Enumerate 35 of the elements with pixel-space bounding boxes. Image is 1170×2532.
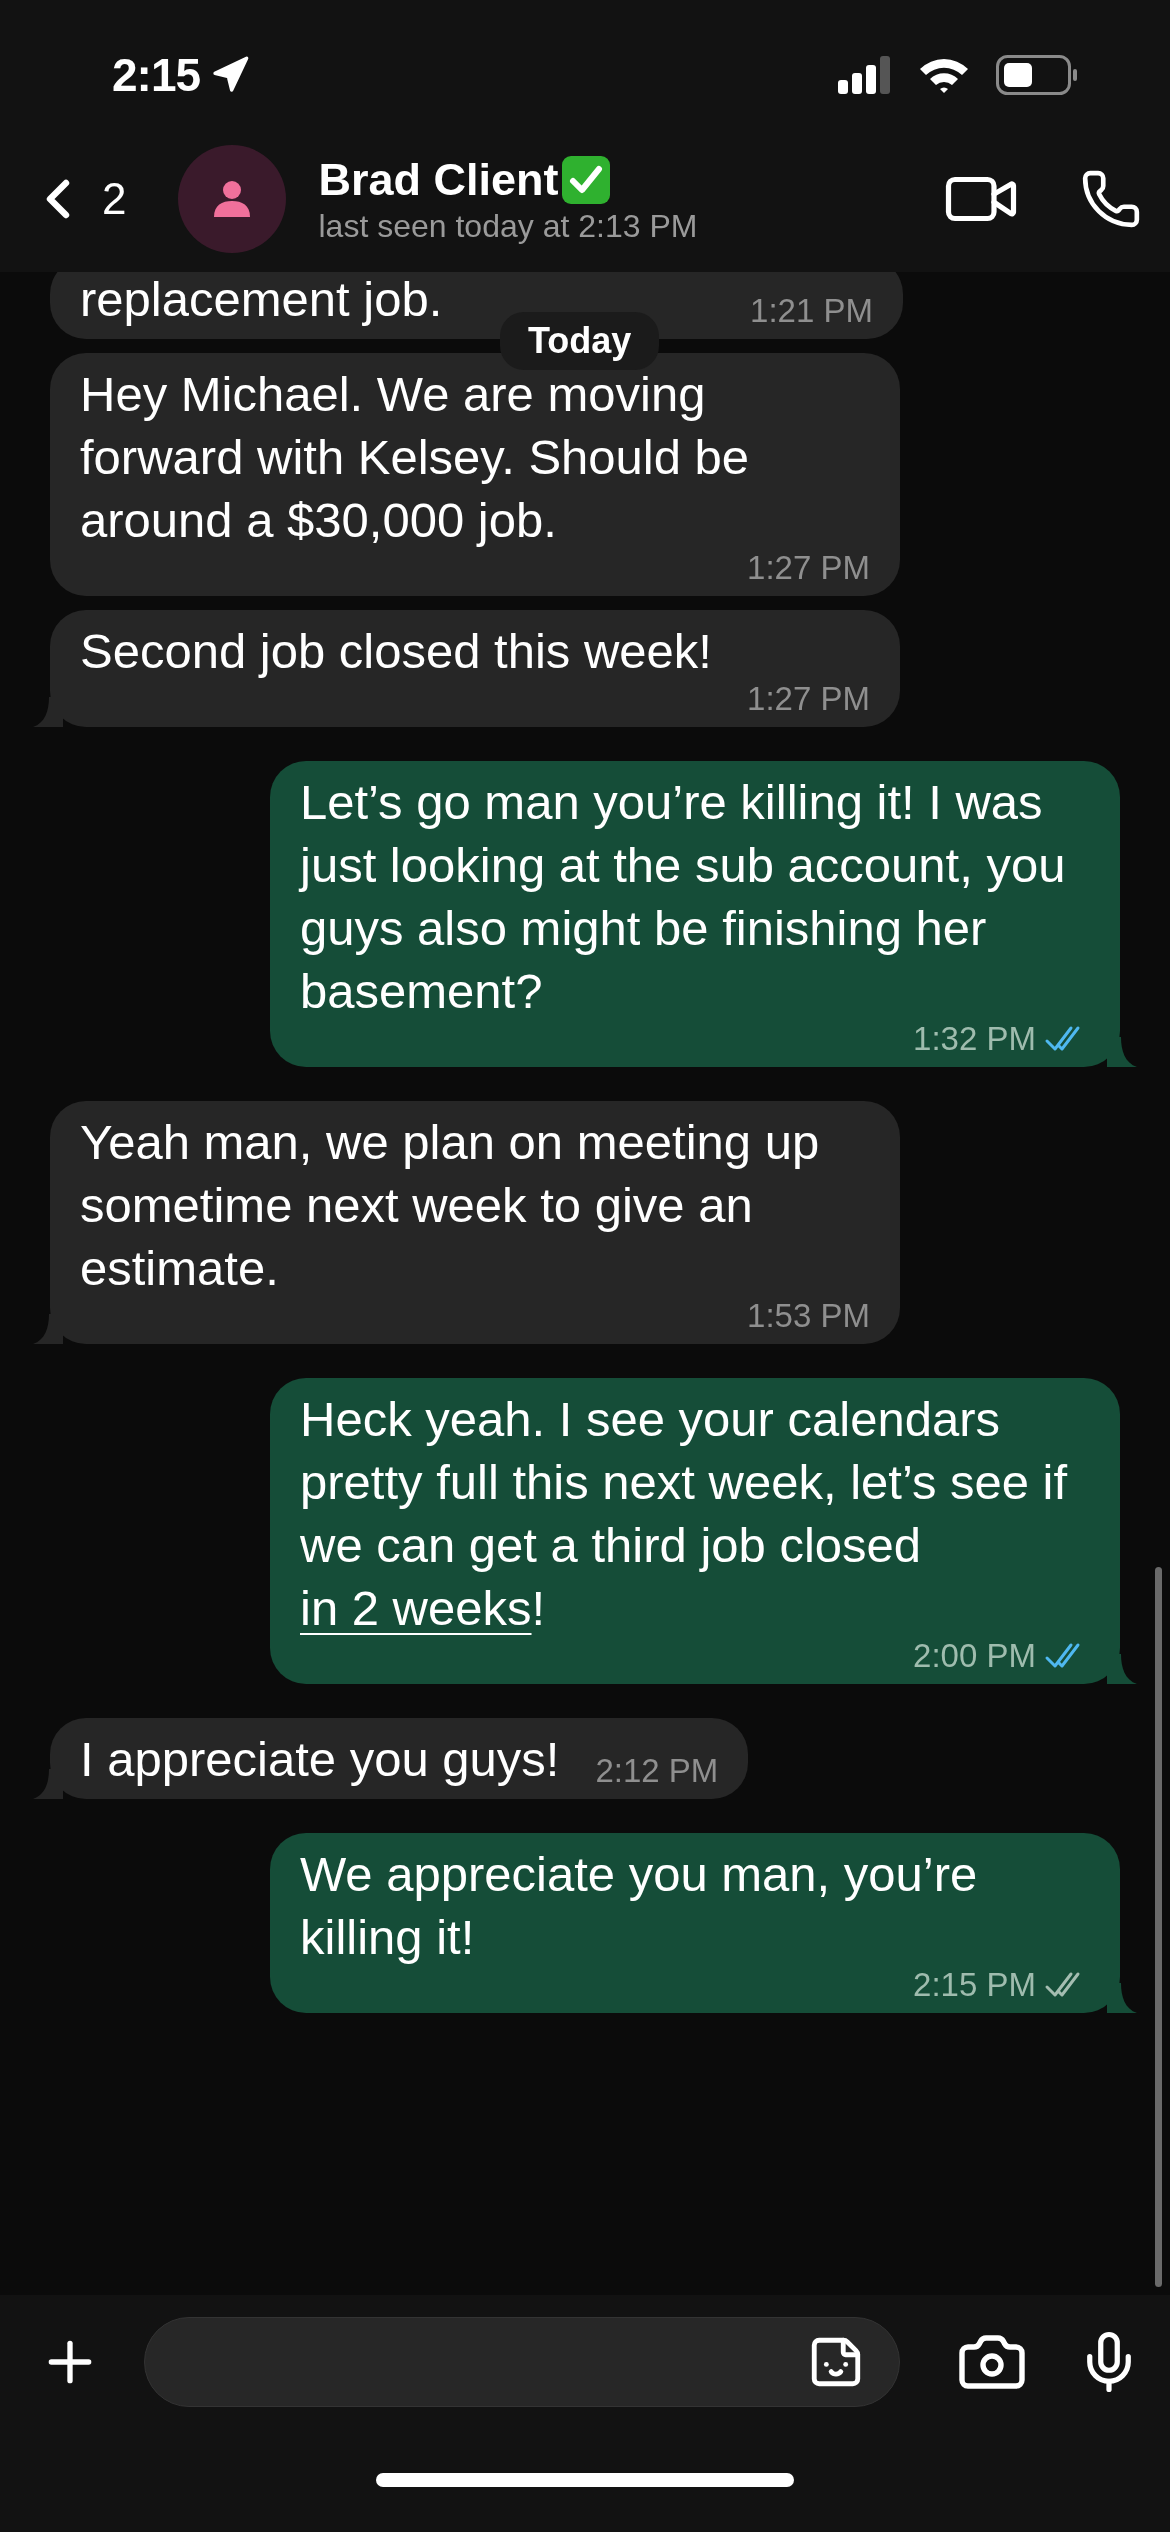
message-time: 1:53 PM (747, 1296, 870, 1336)
message-text: Heck yeah. I see your calendars pretty full this next week, let’s see if we can get a third job closed in 2 weeks! (300, 1391, 1069, 1637)
sent-message-bubble[interactable]: Heck yeah. I see your calendars pretty full this next week, let’s see if we can get a third job closed in 2 weeks! 2:00 PM (270, 1378, 1120, 1684)
message-time: 1:27 PM (747, 548, 870, 588)
message-time: 1:32 PM (913, 1019, 1036, 1059)
unread-count: 2 (102, 174, 127, 224)
received-message-bubble[interactable]: Second job closed this week! 1:27 PM (50, 610, 900, 727)
status-time: 2:15 (112, 48, 201, 102)
message-time: 2:15 PM (913, 1965, 1036, 2005)
person-icon (212, 179, 253, 219)
message-text: Second job closed this week! (80, 623, 712, 680)
message-text: Yeah man, we plan on meeting up sometime next week to give an estimate. (80, 1114, 821, 1297)
message-time: 2:00 PM (913, 1636, 1036, 1676)
message-text: Let’s go man you’re killing it! I was just looking at the sub account, you guys also might be finishing her basement? (300, 774, 1067, 1020)
received-message-bubble[interactable]: I appreciate you guys! 2:12 PM (50, 1718, 749, 1799)
contact-name[interactable]: Brad Client (318, 153, 559, 206)
message-time: 2:12 PM (595, 1751, 719, 1791)
scrollbar[interactable] (1155, 1567, 1162, 2287)
message-time: 1:21 PM (750, 291, 873, 331)
wifi-icon (918, 56, 970, 94)
date-chip: Today (500, 312, 660, 370)
message-text: I appreciate you guys! (80, 1731, 560, 1788)
location-arrow-icon (210, 55, 251, 95)
message-time: 1:27 PM (747, 679, 870, 719)
message-link[interactable]: in 2 weeks (300, 1581, 532, 1635)
message-text: replacement job. (80, 272, 443, 328)
last-seen-status: last seen today at 2:13 PM (318, 207, 699, 245)
battery-icon (996, 55, 1078, 95)
received-message-bubble[interactable]: Yeah man, we plan on meeting up sometime next week to give an estimate. 1:53 PM (50, 1101, 900, 1344)
sent-message-bubble[interactable]: Let’s go man you’re killing it! I was just looking at the sub account, you guys also might be finishing her basement? 1:32 PM (270, 761, 1120, 1067)
message-text: We appreciate you man, you’re killing it! (300, 1846, 979, 1966)
sent-message-bubble[interactable]: We appreciate you man, you’re killing it! 2:15 PM (270, 1833, 1120, 2013)
signal-icon (838, 56, 892, 94)
back-button[interactable]: 2 (26, 167, 127, 231)
voice-call-button[interactable] (1080, 168, 1142, 230)
